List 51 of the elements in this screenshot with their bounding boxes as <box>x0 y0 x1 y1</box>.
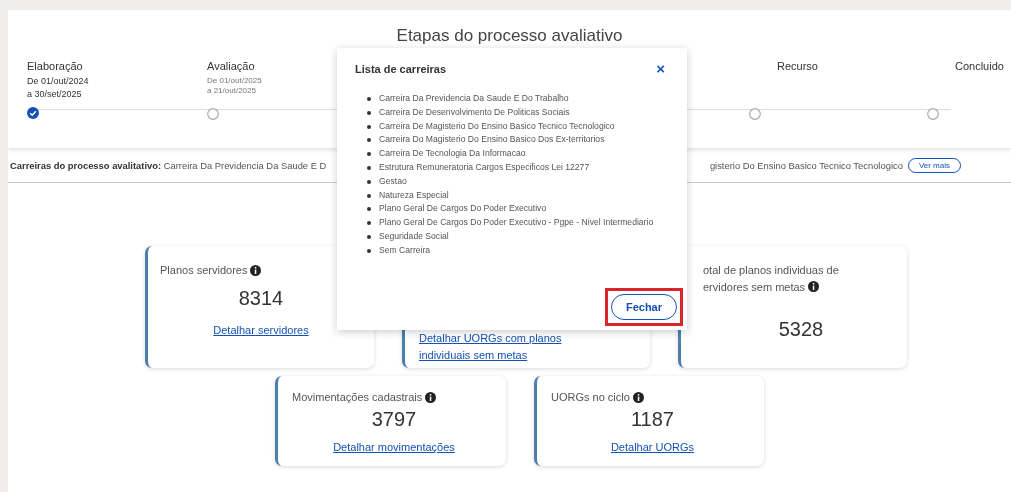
step-label: Elaboração <box>27 59 83 73</box>
step-label: Concluido <box>955 59 1004 73</box>
career-item: Carreira Do Magisterio Do Ensino Basico Dos Ex-territorios <box>379 133 606 147</box>
stat-value: 1187 <box>631 408 674 431</box>
details-link[interactable]: Detalhar servidores <box>213 322 309 339</box>
bullet-icon <box>367 124 371 129</box>
details-link[interactable]: Detalhar UORGs com planos individuais sem metas <box>419 330 599 364</box>
section-title: Etapas do processo avaliativo <box>395 25 624 47</box>
career-item: Plano Geral De Cargos Do Poder Executivo <box>379 202 548 216</box>
career-item: Carreira Da Previdencia Da Saude E Do Trabalho <box>379 92 570 105</box>
card-title: Movimentações cadastrais <box>292 390 423 405</box>
stat-value: 5328 <box>778 318 824 341</box>
bullet-icon <box>367 97 371 101</box>
careers-text: Carreiras do processo avalitativo: Carreira Da Previdencia Da Saude E D <box>10 159 327 171</box>
bullet-icon <box>367 248 371 253</box>
career-item: Carreira De Desenvolvimento De Politicas Sociais <box>379 105 571 119</box>
card-title: otal de planos individuas de ervidores sem metas <box>703 264 839 293</box>
step-date: De 01/out/2024 <box>27 75 89 88</box>
close-button[interactable]: × <box>652 62 669 76</box>
bullet-icon <box>367 234 371 239</box>
careers-text: gisterio Do Ensino Basico Tecnico Tecnologico <box>709 159 903 171</box>
bullet-icon <box>367 221 371 226</box>
career-item: Carreira De Tecnologia Da Informacao <box>379 147 527 161</box>
bullet-icon <box>367 207 371 212</box>
step-label: Avaliação <box>207 59 255 73</box>
bullet-icon <box>367 110 371 115</box>
card-title: Planos servidores <box>160 263 248 278</box>
step-label: Recurso <box>777 59 818 73</box>
career-item: Gestao <box>379 174 408 188</box>
career-item: Estrutura Remuneratoria Cargos Especificos Lei 12277 <box>379 161 591 174</box>
bullet-icon <box>367 138 371 143</box>
details-link[interactable]: Detalhar movimentações <box>333 439 455 456</box>
bullet-icon <box>367 166 371 170</box>
card-title: UORGs no ciclo <box>551 390 630 405</box>
bullet-icon <box>367 193 371 198</box>
stat-value: 8314 <box>238 287 284 310</box>
career-item: Carreira De Magisterio Do Ensino Basico Tecnico Tecnologico <box>379 119 616 133</box>
career-item: Seguridade Social <box>379 229 450 243</box>
step-date: a 30/set/2025 <box>27 88 83 101</box>
career-item: Sem Carreira <box>379 243 432 257</box>
stat-value: 3797 <box>371 408 417 431</box>
bullet-icon <box>367 152 371 157</box>
step-date: De 01/out/2025 <box>207 76 262 86</box>
bullet-icon <box>367 179 371 184</box>
modal-title: Lista de carreiras <box>355 63 447 75</box>
see-more-button[interactable]: Ver mais <box>907 157 961 173</box>
details-link[interactable]: Detalhar UORGs <box>610 439 695 456</box>
close-button[interactable]: Fechar <box>610 294 677 320</box>
step-date: a 21/out/2025 <box>207 86 257 96</box>
career-item: Natureza Especial <box>379 188 450 202</box>
career-item: Plano Geral De Cargos Do Poder Executivo - Pgpe - Nivel Intermediario <box>379 216 655 230</box>
